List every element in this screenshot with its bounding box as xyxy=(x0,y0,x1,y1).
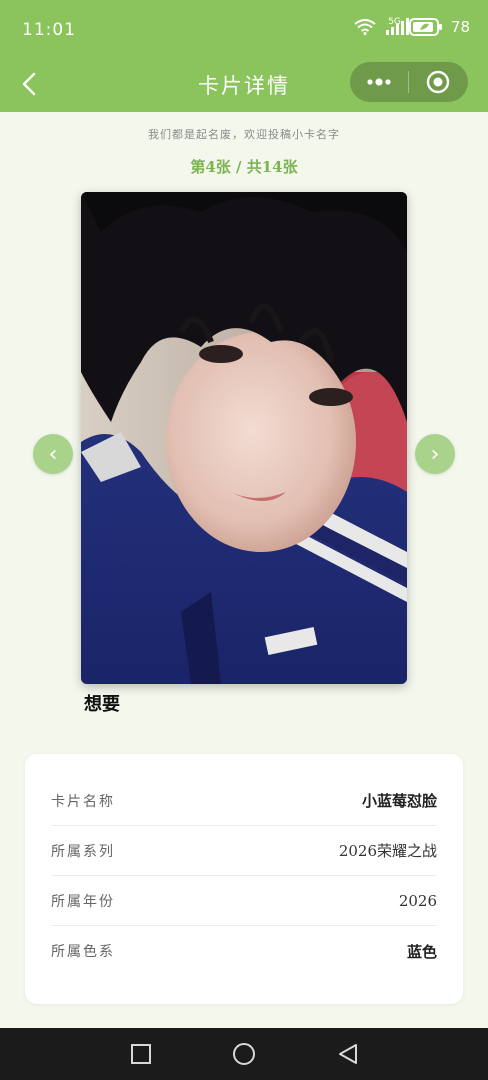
info-value: 蓝色 xyxy=(406,942,437,961)
battery-icon xyxy=(408,18,442,36)
top-bar: 11:01 5G 78 卡片详情 xyxy=(0,0,488,112)
card-counter: 第4张 / 共14张 xyxy=(190,158,298,176)
info-label: 所属年份 xyxy=(51,893,115,910)
info-row-year: 所属年份 2026 xyxy=(51,876,437,926)
prev-card-button[interactable]: ‹ xyxy=(33,434,73,474)
target-close-icon xyxy=(426,70,450,94)
info-value: 2026 xyxy=(398,891,437,910)
card-caption: 想要 xyxy=(84,694,120,715)
mini-program-capsule xyxy=(350,62,468,102)
info-value: 2026荣耀之战 xyxy=(338,842,437,860)
network-label: 5G xyxy=(388,17,401,27)
info-label: 卡片名称 xyxy=(51,793,115,810)
triangle-back-icon[interactable] xyxy=(336,1042,360,1066)
info-label: 所属色系 xyxy=(51,944,115,960)
more-button[interactable] xyxy=(350,62,408,102)
info-label: 所属系列 xyxy=(51,843,115,860)
info-row-color: 所属色系 蓝色 xyxy=(51,926,437,976)
info-value: 小蓝莓怼脸 xyxy=(361,792,437,810)
square-recents-icon[interactable] xyxy=(129,1042,153,1066)
next-card-button[interactable]: › xyxy=(415,434,455,474)
battery-level: 78 xyxy=(450,18,470,36)
page-subtitle: 我们都是起名废，欢迎投稿小卡名字 xyxy=(148,128,340,141)
close-button[interactable] xyxy=(409,62,467,102)
card-photo[interactable] xyxy=(81,192,407,684)
system-nav-bar xyxy=(0,1028,488,1080)
card-photo-image xyxy=(81,192,407,684)
wifi-icon xyxy=(354,19,376,35)
more-dots-icon xyxy=(367,78,391,86)
status-time: 11:01 xyxy=(22,20,76,40)
status-icons: 5G 78 xyxy=(354,17,470,36)
status-bar: 11:01 5G 78 xyxy=(0,0,488,62)
info-row-series: 所属系列 2026荣耀之战 xyxy=(51,826,437,876)
card-info-panel: 卡片名称 小蓝莓怼脸 所属系列 2026荣耀之战 所属年份 2026 所属色系 … xyxy=(25,754,463,1004)
nav-bar: 卡片详情 xyxy=(0,62,488,108)
circle-home-icon[interactable] xyxy=(232,1042,256,1066)
info-row-name: 卡片名称 小蓝莓怼脸 xyxy=(51,776,437,826)
